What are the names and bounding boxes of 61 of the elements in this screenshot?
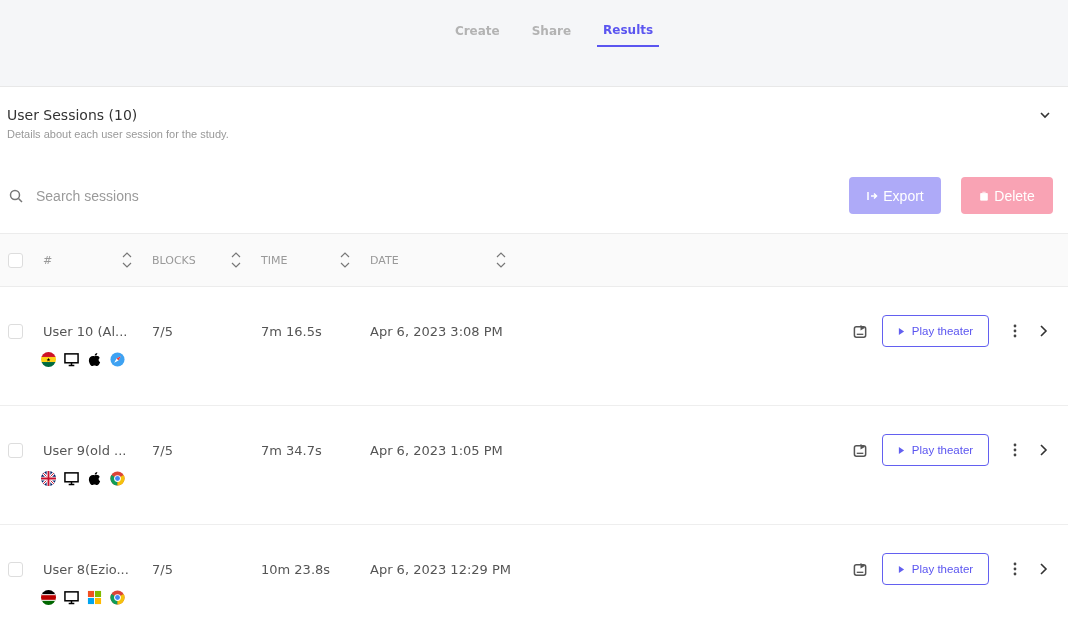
chevron-right-icon[interactable]: [1038, 324, 1048, 338]
more-icon[interactable]: [1013, 443, 1017, 457]
apple-icon: [87, 471, 102, 486]
table-cell-text: Apr 6, 2023 3:08 PM: [370, 323, 504, 339]
play-theater-button[interactable]: Play theater: [882, 553, 989, 585]
column-header[interactable]: TIME: [261, 253, 288, 267]
row-checkbox[interactable]: [8, 323, 23, 339]
more-icon[interactable]: [1013, 562, 1017, 576]
sort-icon[interactable]: [231, 252, 241, 268]
table-cell-text: 7/5: [152, 323, 174, 339]
play-icon: [897, 565, 905, 573]
select-all-checkbox[interactable]: [8, 252, 23, 268]
monitor-icon: [64, 590, 79, 605]
chevron-icon[interactable]: [1039, 109, 1051, 121]
column-header[interactable]: DATE: [370, 253, 399, 267]
play-icon: [897, 446, 905, 454]
table-cell-text: 7m 34.7s: [261, 442, 323, 458]
video-icon[interactable]: [853, 442, 868, 458]
flag-icon: [41, 352, 56, 367]
search-field[interactable]: Search sessions: [34, 186, 288, 205]
apple-icon: [87, 352, 102, 367]
table-cell-text: 7/5: [152, 442, 174, 458]
table-cell-text: 7/5: [152, 561, 174, 577]
play-icon: [897, 327, 905, 335]
table-cell-text: 7m 16.5s: [261, 323, 323, 339]
flag-icon: [41, 471, 56, 486]
row-checkbox[interactable]: [8, 442, 23, 458]
table-cell-text: Apr 6, 2023 12:29 PM: [370, 561, 513, 577]
compass-icon: [110, 352, 125, 367]
table-cell-text: User 8(Ezio...: [43, 561, 130, 577]
chevron-right-icon[interactable]: [1038, 443, 1048, 457]
browser-icon: [110, 471, 125, 486]
table-cell-text: 10m 23.8s: [261, 561, 332, 577]
tab[interactable]: Create: [448, 20, 506, 47]
video-icon[interactable]: [853, 323, 868, 339]
monitor-icon: [64, 352, 79, 367]
sort-icon[interactable]: [122, 252, 132, 268]
sort-icon[interactable]: [496, 252, 506, 268]
search-icon: [9, 188, 23, 203]
chevron-right-icon[interactable]: [1038, 562, 1048, 576]
export-icon: [866, 189, 879, 202]
column-header[interactable]: BLOCKS: [152, 253, 196, 267]
table-cell-text: User 9(old ...: [43, 442, 128, 458]
play-theater-button[interactable]: Play theater: [882, 434, 989, 466]
more-icon[interactable]: [1013, 324, 1017, 338]
video-icon[interactable]: [853, 561, 868, 577]
browser-icon: [110, 590, 125, 605]
tab[interactable]: Share: [525, 20, 578, 47]
column-header[interactable]: #: [43, 253, 53, 267]
sort-icon[interactable]: [340, 252, 350, 268]
table-cell-text: User 10 (Al...: [43, 323, 129, 339]
flag-icon: [41, 590, 56, 605]
section-title: User Sessions (10): [7, 107, 139, 123]
section-subtitle: Details about each user session for the study.: [7, 128, 229, 140]
play-theater-button[interactable]: Play theater: [882, 315, 989, 347]
windows-icon: [87, 590, 102, 605]
row-checkbox[interactable]: [8, 561, 23, 577]
tab[interactable]: Results: [597, 20, 660, 47]
monitor-icon: [64, 471, 79, 486]
trash-icon: [979, 189, 990, 202]
table-cell-text: Apr 6, 2023 1:05 PM: [370, 442, 504, 458]
